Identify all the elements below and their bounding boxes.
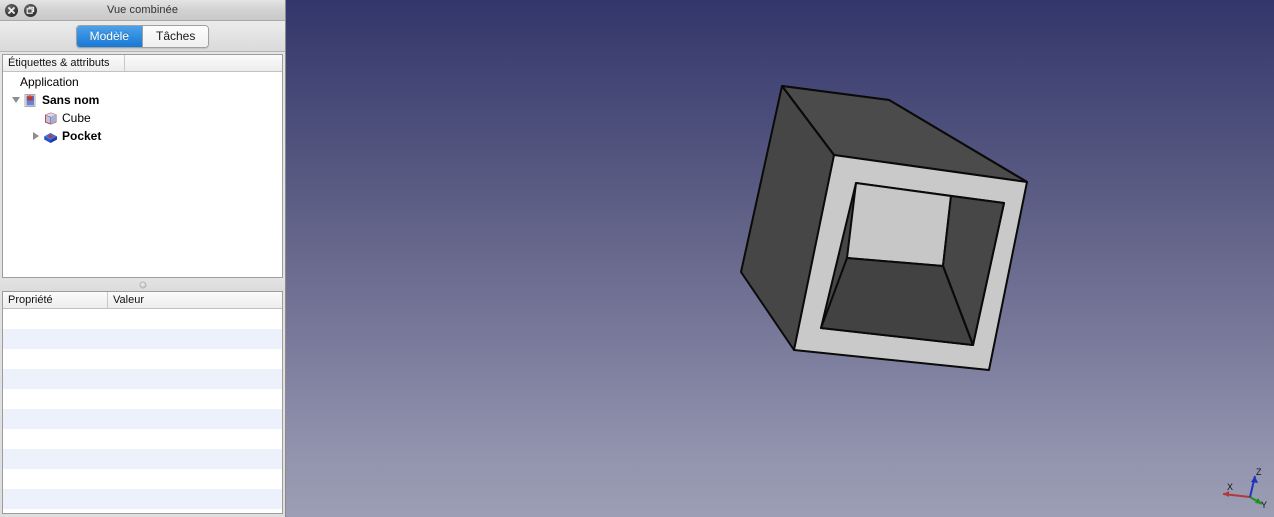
pocket-icon [42, 129, 59, 144]
tree-item-label: Pocket [62, 129, 102, 143]
splitter-handle-icon [139, 281, 146, 288]
tree-item-pocket[interactable]: Pocket [3, 127, 282, 145]
model-pocket-floor [846, 182, 952, 267]
tree-item-cube[interactable]: Cube [3, 109, 282, 127]
property-cell [3, 449, 108, 469]
panel-titlebar: Vue combinée [0, 0, 285, 21]
tree-item-application[interactable]: Application [3, 73, 282, 91]
property-cell [3, 429, 108, 449]
tab-taches[interactable]: Tâches [143, 25, 209, 47]
property-cell [3, 389, 108, 409]
tab-group: Modèle Tâches [75, 24, 210, 48]
expander-icon[interactable] [29, 132, 42, 140]
value-cell [108, 509, 282, 513]
document-icon [22, 93, 39, 108]
value-cell [108, 369, 282, 389]
value-cell [108, 349, 282, 369]
tree-item-label: Application [20, 75, 79, 89]
property-cell [3, 489, 108, 509]
property-cell [3, 409, 108, 429]
panel-title: Vue combinée [106, 4, 179, 16]
property-cell [3, 349, 108, 369]
value-cell [108, 469, 282, 489]
value-cell [108, 329, 282, 349]
panel-splitter[interactable] [0, 278, 285, 291]
property-cell [3, 329, 108, 349]
property-rows [3, 309, 282, 513]
value-column-header[interactable]: Valeur [108, 292, 282, 308]
table-row[interactable] [3, 309, 282, 329]
cube-with-pocket-model[interactable] [286, 0, 1274, 517]
table-row[interactable] [3, 449, 282, 469]
tree-item-label: Sans nom [42, 93, 100, 107]
value-cell [108, 429, 282, 449]
property-cell [3, 469, 108, 489]
axis-indicator: X Y Z [1222, 467, 1267, 510]
3d-viewport[interactable]: X Y Z [286, 0, 1274, 517]
expander-icon[interactable] [9, 97, 22, 103]
axis-z-arrow [1251, 476, 1258, 483]
table-row[interactable] [3, 429, 282, 449]
window-buttons [0, 3, 37, 17]
axis-y-label: Y [1261, 500, 1267, 510]
panel-tabbar: Modèle Tâches [0, 21, 285, 52]
table-row[interactable] [3, 509, 282, 513]
model-tree-panel[interactable]: Étiquettes & attributs Application Sans … [2, 54, 283, 278]
table-row[interactable] [3, 349, 282, 369]
table-row[interactable] [3, 329, 282, 349]
property-editor-panel[interactable]: Propriété Valeur [2, 291, 283, 514]
tree-item-label: Cube [62, 111, 91, 125]
value-cell [108, 309, 282, 329]
property-cell [3, 369, 108, 389]
application-window: Vue combinée Modèle Tâches Étiquettes & … [0, 0, 1274, 517]
tab-modele[interactable]: Modèle [76, 25, 143, 47]
tree-header: Étiquettes & attributs [3, 55, 282, 72]
property-header: Propriété Valeur [3, 292, 282, 309]
restore-button[interactable] [24, 3, 37, 17]
value-cell [108, 489, 282, 509]
table-row[interactable] [3, 469, 282, 489]
table-row[interactable] [3, 489, 282, 509]
close-icon [5, 4, 18, 17]
tree-body: Application Sans nom Cube Pocket [3, 72, 282, 145]
table-row[interactable] [3, 389, 282, 409]
tree-header-label[interactable]: Étiquettes & attributs [3, 55, 125, 71]
value-cell [108, 409, 282, 429]
restore-icon [24, 4, 37, 17]
property-cell [3, 509, 108, 513]
table-row[interactable] [3, 409, 282, 429]
value-cell [108, 389, 282, 409]
table-row[interactable] [3, 369, 282, 389]
property-column-header[interactable]: Propriété [3, 292, 108, 308]
combo-view-panel: Vue combinée Modèle Tâches Étiquettes & … [0, 0, 286, 517]
property-cell [3, 309, 108, 329]
close-button[interactable] [5, 3, 18, 17]
value-cell [108, 449, 282, 469]
axis-z-label: Z [1256, 467, 1262, 477]
axis-x-label: X [1227, 482, 1233, 492]
cube-icon [42, 111, 59, 126]
tree-item-sans-nom[interactable]: Sans nom [3, 91, 282, 109]
